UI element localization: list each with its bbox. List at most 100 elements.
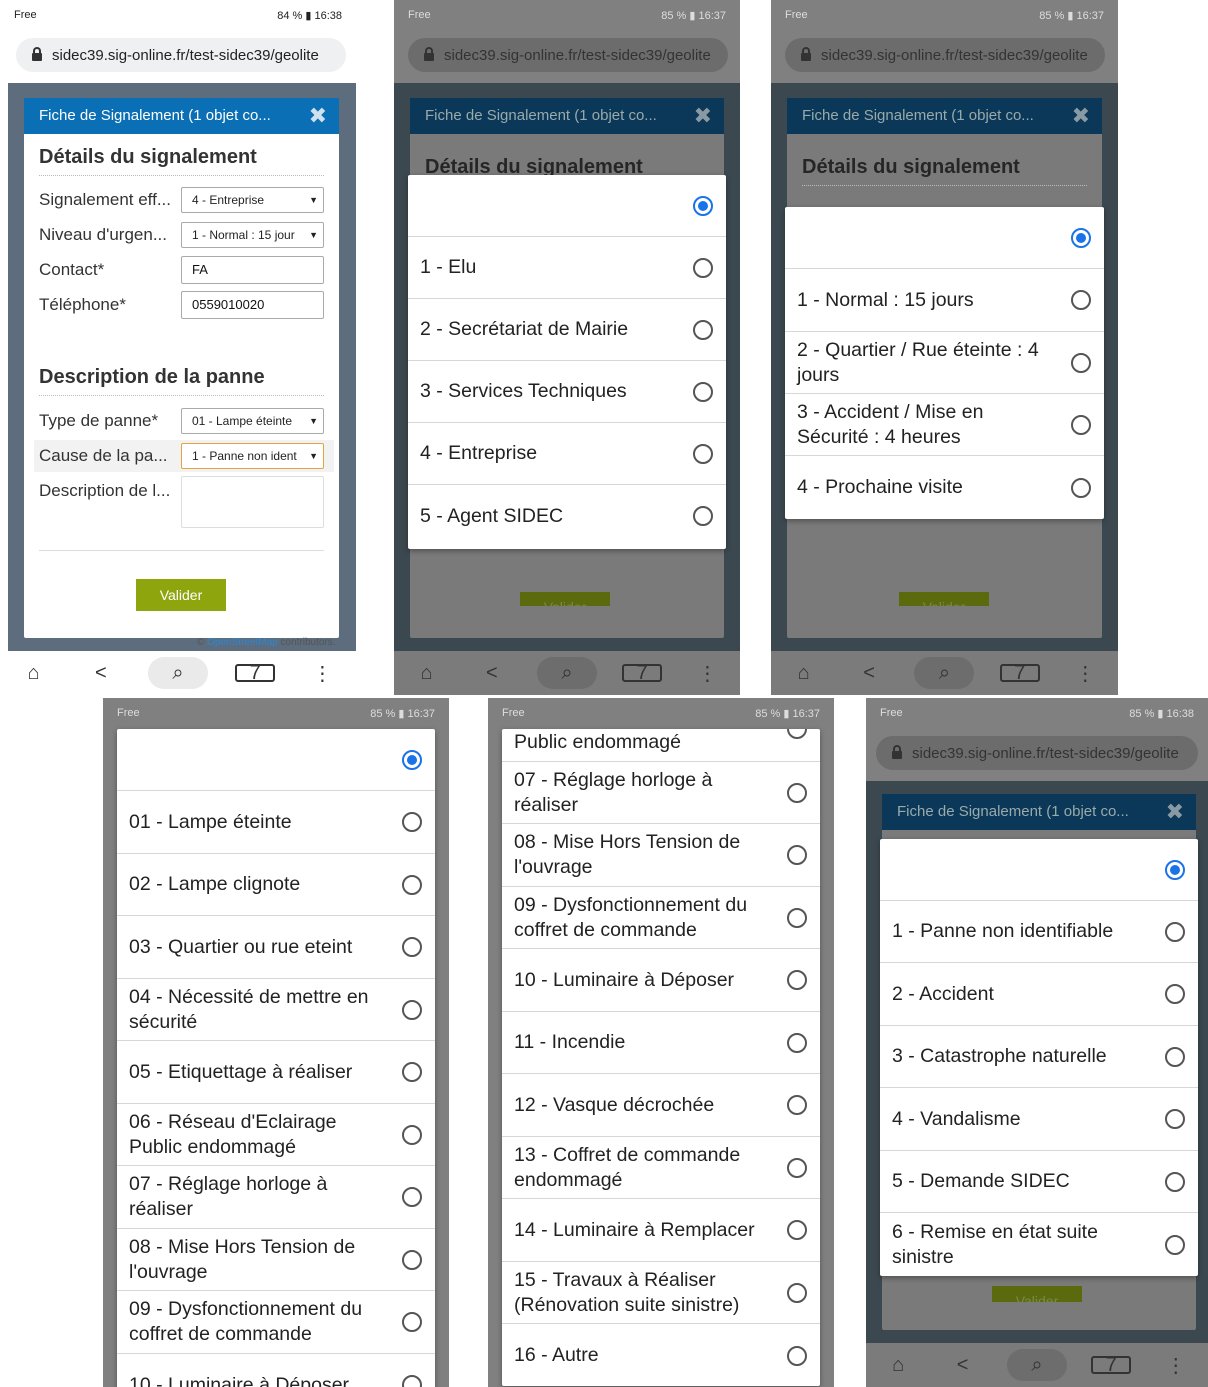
picker-option[interactable]: 4 - Vandalisme	[880, 1088, 1198, 1151]
picker-option[interactable]: 4 - Entreprise	[408, 423, 726, 485]
radio-icon[interactable]	[1071, 477, 1091, 498]
picker-option[interactable]: 07 - Réglage horloge à réaliser	[502, 762, 820, 824]
radio-icon[interactable]	[693, 506, 713, 526]
radio-icon[interactable]	[1165, 984, 1185, 1004]
picker-option[interactable]: 05 - Etiquettage à réaliser	[117, 1041, 435, 1104]
radio-icon[interactable]	[787, 1095, 807, 1115]
picker-option[interactable]: 11 - Incendie	[502, 1012, 820, 1074]
contact-input[interactable]: FA	[181, 256, 324, 284]
radio-icon[interactable]	[402, 1062, 422, 1082]
search-icon[interactable]: ⌕	[1006, 1349, 1067, 1381]
picker-option[interactable]: 09 - Dysfonctionnement du coffret de com…	[117, 1291, 435, 1354]
home-icon[interactable]: ⌂	[878, 1354, 918, 1377]
more-vertical-icon[interactable]: ⋮	[687, 661, 727, 686]
search-icon[interactable]: ⌕	[147, 657, 208, 689]
url-bar[interactable]: sidec39.sig-online.fr/test-sidec39/geoli…	[16, 38, 346, 72]
radio-icon[interactable]	[1165, 1234, 1185, 1255]
select-urgence[interactable]: 1 - Normal : 15 jour ▼	[181, 222, 324, 248]
picker-option[interactable]: 03 - Quartier ou rue eteint	[117, 916, 435, 979]
tabs-button[interactable]: 7	[1091, 1354, 1132, 1377]
picker-option[interactable]: 13 - Coffret de commande endommagé	[502, 1137, 820, 1199]
description-textarea[interactable]	[181, 476, 324, 528]
tabs-button[interactable]: 7	[999, 662, 1040, 685]
radio-icon[interactable]	[1071, 414, 1091, 435]
radio-icon[interactable]	[402, 937, 422, 957]
radio-icon[interactable]	[693, 257, 713, 278]
close-x-icon[interactable]: ✖	[694, 103, 712, 129]
radio-icon[interactable]	[1165, 1109, 1185, 1129]
share-icon[interactable]: <	[849, 662, 889, 685]
home-icon[interactable]: ⌂	[407, 662, 447, 685]
osm-link[interactable]: OpenStreetMap	[207, 637, 278, 648]
picker-option[interactable]	[117, 729, 435, 791]
select-signalement[interactable]: 4 - Entreprise ▼	[181, 187, 324, 213]
radio-icon[interactable]	[402, 1124, 422, 1145]
url-bar[interactable]: sidec39.sig-online.fr/test-sidec39/geoli…	[876, 736, 1198, 770]
close-x-icon[interactable]: ✖	[309, 103, 327, 129]
close-x-icon[interactable]: ✖	[1072, 103, 1090, 129]
validate-button[interactable]: Valider	[136, 579, 226, 611]
picker-option[interactable]: 02 - Lampe clignote	[117, 854, 435, 916]
radio-icon[interactable]	[787, 729, 807, 739]
radio-selected-icon[interactable]	[1165, 859, 1185, 880]
radio-icon[interactable]	[787, 1220, 807, 1240]
picker-option[interactable]: 14 - Luminaire à Remplacer	[502, 1199, 820, 1262]
picker-option[interactable]	[880, 839, 1198, 901]
select-type-panne[interactable]: 01 - Lampe éteinte ▼	[181, 408, 324, 434]
picker-option[interactable]: 07 - Réglage horloge à réaliser	[117, 1166, 435, 1229]
radio-icon[interactable]	[1165, 1171, 1185, 1192]
search-icon[interactable]: ⌕	[914, 657, 975, 689]
radio-icon[interactable]	[787, 1345, 807, 1366]
picker-option[interactable]: 3 - Accident / Mise en Sécurité : 4 heur…	[785, 394, 1104, 456]
radio-icon[interactable]	[402, 1249, 422, 1270]
radio-icon[interactable]	[1165, 921, 1185, 942]
picker-option[interactable]: Public endommagé	[502, 729, 820, 762]
picker-option[interactable]: 3 - Catastrophe naturelle	[880, 1026, 1198, 1088]
more-vertical-icon[interactable]: ⋮	[1156, 1353, 1196, 1378]
radio-icon[interactable]	[402, 999, 422, 1020]
picker-option[interactable]: 12 - Vasque décrochée	[502, 1074, 820, 1137]
radio-icon[interactable]	[1165, 1046, 1185, 1067]
share-icon[interactable]: <	[943, 1354, 983, 1377]
picker-option[interactable]	[408, 175, 726, 237]
radio-icon[interactable]	[787, 782, 807, 803]
picker-option[interactable]: 10 - Luminaire à Déposer	[502, 949, 820, 1012]
radio-icon[interactable]	[787, 1157, 807, 1178]
picker-option[interactable]: 08 - Mise Hors Tension de l'ouvrage	[117, 1229, 435, 1291]
radio-selected-icon[interactable]	[402, 749, 422, 770]
radio-icon[interactable]	[693, 443, 713, 464]
tabs-button[interactable]: 7	[622, 662, 663, 685]
picker-option[interactable]: 1 - Panne non identifiable	[880, 901, 1198, 963]
picker-option[interactable]: 06 - Réseau d'Eclairage Public endommagé	[117, 1104, 435, 1166]
share-icon[interactable]: <	[472, 662, 512, 685]
select-cause[interactable]: 1 - Panne non ident ▼	[181, 443, 324, 469]
picker-option[interactable]: 5 - Demande SIDEC	[880, 1151, 1198, 1213]
radio-selected-icon[interactable]	[693, 195, 713, 216]
radio-icon[interactable]	[693, 381, 713, 402]
picker-option[interactable]: 10 - Luminaire à Déposer	[117, 1354, 435, 1387]
search-icon[interactable]: ⌕	[536, 657, 597, 689]
share-icon[interactable]: <	[81, 662, 121, 685]
radio-icon[interactable]	[787, 845, 807, 865]
picker-option[interactable]: 01 - Lampe éteinte	[117, 791, 435, 854]
telephone-input[interactable]: 0559010020	[181, 291, 324, 319]
picker-option[interactable]: 2 - Secrétariat de Mairie	[408, 299, 726, 361]
radio-icon[interactable]	[402, 1312, 422, 1332]
home-icon[interactable]: ⌂	[14, 662, 54, 685]
picker-option[interactable]: 04 - Nécessité de mettre en sécurité	[117, 979, 435, 1041]
picker-option[interactable]: 16 - Autre	[502, 1324, 820, 1386]
home-icon[interactable]: ⌂	[784, 662, 824, 685]
url-bar[interactable]: sidec39.sig-online.fr/test-sidec39/geoli…	[408, 38, 728, 72]
close-x-icon[interactable]: ✖	[1166, 799, 1184, 825]
radio-icon[interactable]	[787, 1032, 807, 1053]
picker-option[interactable]: 4 - Prochaine visite	[785, 456, 1104, 519]
radio-icon[interactable]	[787, 1282, 807, 1303]
picker-option[interactable]: 6 - Remise en état suite sinistre	[880, 1213, 1198, 1276]
radio-icon[interactable]	[1071, 290, 1091, 310]
picker-option[interactable]: 09 - Dysfonctionnement du coffret de com…	[502, 887, 820, 949]
url-bar[interactable]: sidec39.sig-online.fr/test-sidec39/geoli…	[785, 38, 1105, 72]
radio-selected-icon[interactable]	[1071, 227, 1091, 248]
radio-icon[interactable]	[787, 970, 807, 990]
picker-option[interactable]: 08 - Mise Hors Tension de l'ouvrage	[502, 824, 820, 887]
picker-option[interactable]: 1 - Normal : 15 jours	[785, 269, 1104, 332]
